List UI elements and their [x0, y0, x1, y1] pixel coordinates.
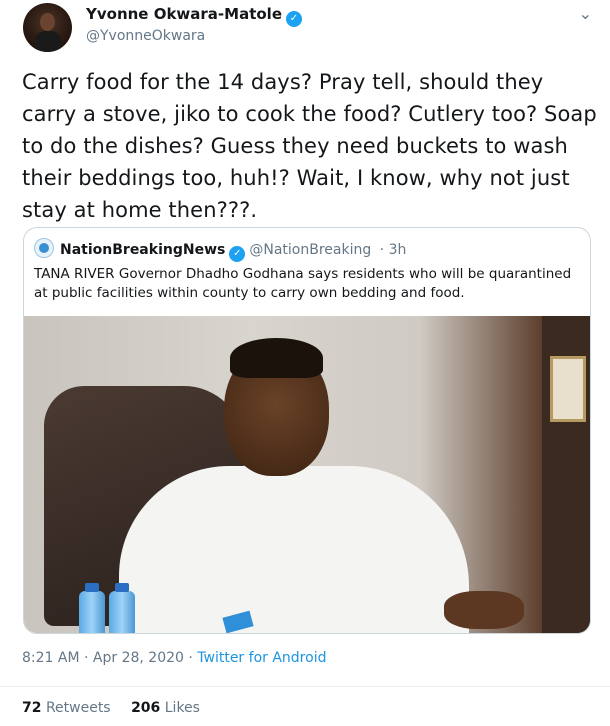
author-name[interactable]: Yvonne Okwara-Matole ✓: [86, 5, 302, 27]
photo-person-hand: [444, 591, 524, 629]
quoted-author-handle: @NationBreaking: [249, 242, 372, 258]
tweet-text: Carry food for the 14 days? Pray tell, s…: [22, 70, 597, 222]
avatar-body: [35, 31, 61, 52]
quoted-author-name: NationBreakingNews: [60, 242, 226, 258]
quoted-tweet-header: NationBreakingNews ✓ @NationBreaking · 3h: [34, 238, 406, 262]
quoted-tweet-photo[interactable]: [24, 316, 590, 633]
tweet-timestamp[interactable]: 8:21 AM · Apr 28, 2020 ·: [22, 650, 197, 666]
photo-water-bottle: [79, 583, 105, 633]
author-handle[interactable]: @YvonneOkwara: [86, 28, 205, 44]
avatar[interactable]: [23, 3, 72, 52]
quoted-tweet-text: TANA RIVER Governor Dhadho Godhana says …: [34, 266, 572, 301]
quoted-tweet[interactable]: NationBreakingNews ✓ @NationBreaking · 3h …: [23, 227, 591, 634]
divider: [0, 686, 610, 687]
chevron-down-icon[interactable]: ⌄: [579, 4, 592, 23]
verified-badge-icon: ✓: [286, 11, 302, 27]
likes-stat[interactable]: 206 Likes: [131, 700, 200, 716]
retweets-label: Retweets: [45, 700, 111, 716]
tweet: Yvonne Okwara-Matole ✓ @YvonneOkwara ⌄ Ca…: [0, 0, 610, 726]
photo-picture-frame: [550, 356, 586, 422]
quoted-avatar-icon: [34, 238, 54, 258]
tweet-meta: 8:21 AM · Apr 28, 2020 · Twitter for And…: [22, 650, 326, 666]
author-name-text: Yvonne Okwara-Matole: [86, 5, 282, 23]
retweets-count: 72: [22, 700, 42, 716]
tweet-stats: 72 Retweets 206 Likes: [22, 700, 216, 716]
photo-person-shirt: [119, 466, 469, 633]
photo-person-hair: [230, 338, 323, 378]
likes-count: 206: [131, 700, 161, 716]
quoted-tweet-time: · 3h: [379, 242, 407, 258]
photo-water-bottle: [109, 583, 135, 633]
tweet-source-link[interactable]: Twitter for Android: [197, 650, 326, 666]
retweets-stat[interactable]: 72 Retweets: [22, 700, 111, 716]
verified-badge-icon: ✓: [229, 246, 246, 262]
likes-label: Likes: [164, 700, 200, 716]
avatar-face: [40, 13, 55, 31]
